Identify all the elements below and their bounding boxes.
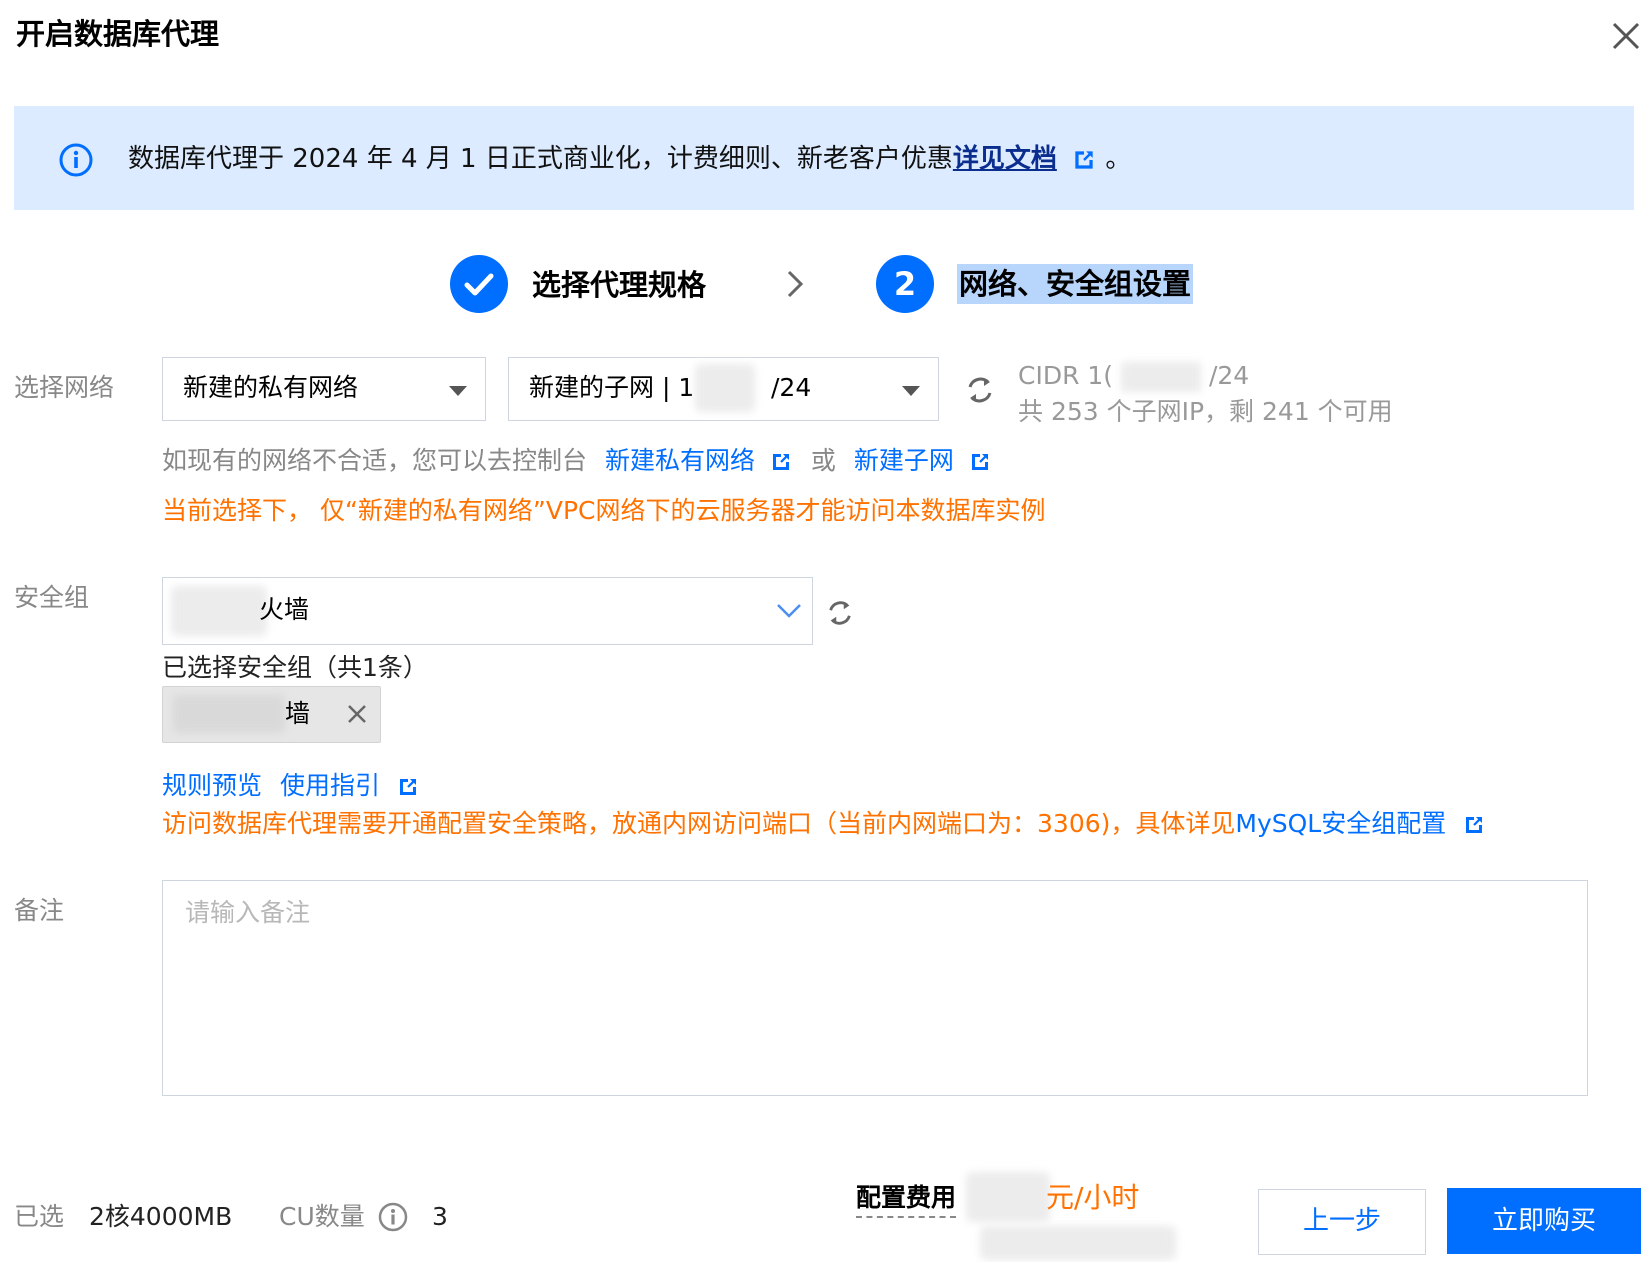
- network-hint: 如现有的网络不合适，您可以去控制台 新建私有网络 或 新建子网: [162, 443, 992, 479]
- caret-down-icon: [902, 386, 920, 396]
- external-link-icon[interactable]: [1071, 147, 1097, 173]
- cidr-prefix: CIDR 1(: [1018, 361, 1114, 390]
- security-group-warning-text: 访问数据库代理需要开通配置安全策略，放通内网访问端口（当前内网端口为：3306)…: [162, 809, 1236, 838]
- close-icon[interactable]: [346, 703, 368, 725]
- security-group-tag: 墙: [162, 686, 381, 743]
- check-icon: [464, 273, 494, 296]
- external-link-icon[interactable]: [769, 450, 793, 474]
- security-group-label: 安全组: [14, 583, 90, 612]
- remark-label: 备注: [14, 896, 65, 925]
- external-link-icon[interactable]: [1462, 813, 1486, 837]
- network-hint-text: 如现有的网络不合适，您可以去控制台: [162, 446, 588, 475]
- security-group-warning: 访问数据库代理需要开通配置安全策略，放通内网访问端口（当前内网端口为：3306)…: [162, 806, 1486, 842]
- close-icon[interactable]: [1606, 16, 1645, 56]
- network-label: 选择网络: [14, 373, 115, 402]
- external-link-icon[interactable]: [968, 450, 992, 474]
- vpc-select[interactable]: 新建的私有网络: [162, 357, 486, 421]
- previous-step-button[interactable]: 上一步: [1258, 1189, 1426, 1255]
- cidr-suffix: /24: [1208, 361, 1250, 390]
- subnet-ip-count: 共 253 个子网IP，剩 241 个可用: [1018, 397, 1393, 426]
- doc-link[interactable]: 详见文档: [953, 144, 1057, 174]
- config-fee-label: 配置费用: [856, 1180, 957, 1218]
- buy-now-button[interactable]: 立即购买: [1447, 1188, 1641, 1254]
- caret-down-icon: [449, 386, 467, 396]
- refresh-icon[interactable]: [825, 597, 855, 629]
- usage-guide-link[interactable]: 使用指引: [280, 771, 380, 800]
- security-group-links: 规则预览 使用指引: [162, 768, 420, 804]
- dialog-title: 开启数据库代理: [16, 17, 220, 51]
- redacted-mask: [1121, 362, 1202, 392]
- step-1-label: 选择代理规格: [532, 268, 707, 302]
- selected-label: 已选: [14, 1202, 65, 1231]
- selected-spec-value: 2核4000MB: [89, 1202, 233, 1231]
- cidr-info: CIDR 1( /24: [1018, 358, 1249, 394]
- step-2-number: 2: [876, 255, 934, 313]
- cu-count-label: CU数量: [279, 1202, 365, 1231]
- redacted-mask: [695, 364, 755, 412]
- redacted-mask: [966, 1172, 1050, 1222]
- cu-count-value: 3: [432, 1202, 448, 1231]
- vpc-select-value: 新建的私有网络: [183, 373, 359, 402]
- subnet-select-value-suffix: /24: [771, 373, 812, 402]
- chevron-right-icon: [787, 270, 804, 298]
- info-icon: [59, 143, 93, 177]
- notice-text: 数据库代理于 2024 年 4 月 1 日正式商业化，计费细则、新老客户优惠详见…: [128, 141, 1131, 177]
- step-1-done-indicator: [450, 255, 508, 313]
- security-group-tag-label: 墙: [285, 699, 311, 728]
- redacted-mask: [173, 695, 285, 733]
- security-group-select[interactable]: 火墙: [162, 577, 813, 645]
- selected-security-group-count: 已选择安全组（共1条）: [162, 653, 428, 682]
- mysql-security-group-link[interactable]: MySQL安全组配置: [1235, 809, 1446, 838]
- subnet-select[interactable]: 新建的子网 | 1 /24: [508, 357, 939, 421]
- or-text: 或: [810, 446, 836, 475]
- redacted-mask: [980, 1226, 1176, 1260]
- step-2-label: 网络、安全组设置: [957, 264, 1194, 304]
- security-group-value: 火墙: [259, 595, 310, 624]
- redacted-mask: [171, 586, 267, 636]
- external-link-icon[interactable]: [396, 775, 420, 799]
- notice-suffix: 。: [1105, 144, 1132, 174]
- create-subnet-link[interactable]: 新建子网: [854, 446, 954, 475]
- notice-message: 数据库代理于 2024 年 4 月 1 日正式商业化，计费细则、新老客户优惠: [128, 144, 953, 174]
- config-fee-unit: 元/小时: [1046, 1181, 1140, 1214]
- create-vpc-link[interactable]: 新建私有网络: [605, 446, 755, 475]
- rules-preview-link[interactable]: 规则预览: [162, 771, 262, 800]
- remark-textarea[interactable]: [162, 880, 1588, 1096]
- subnet-select-value-prefix: 新建的子网 | 1: [529, 373, 695, 402]
- chevron-down-icon: [777, 604, 801, 618]
- refresh-icon[interactable]: [964, 373, 996, 407]
- info-icon[interactable]: [377, 1201, 409, 1233]
- network-warning: 当前选择下， 仅“新建的私有网络”VPC网络下的云服务器才能访问本数据库实例: [162, 496, 1046, 525]
